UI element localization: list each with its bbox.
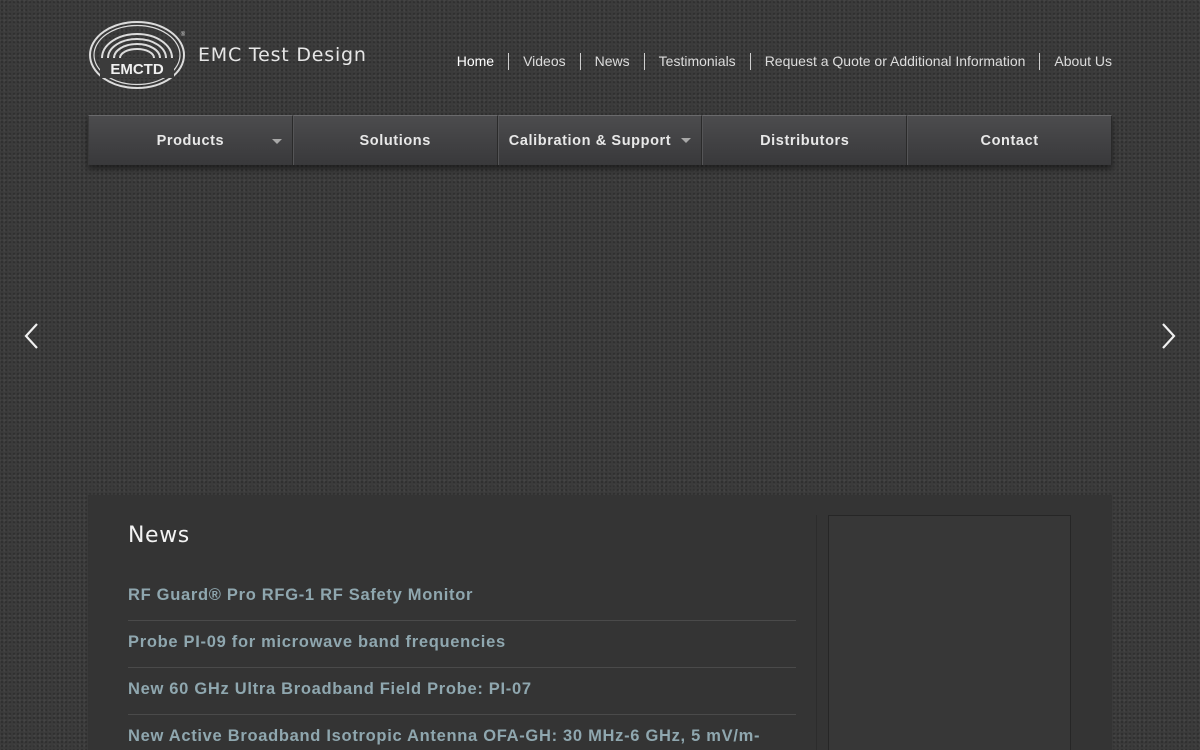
content-panel: News RF Guard® Pro RFG-1 RF Safety Monit… xyxy=(88,495,1112,750)
news-link[interactable]: New 60 GHz Ultra Broadband Field Probe: … xyxy=(128,680,532,698)
top-nav-news[interactable]: News xyxy=(579,53,644,70)
main-menu: Products Solutions Calibration & Support… xyxy=(88,115,1112,165)
logo-text: EMCTD xyxy=(110,61,163,78)
top-nav-request-quote[interactable]: Request a Quote or Additional Informatio… xyxy=(749,53,1040,70)
top-nav: Home Videos News Testimonials Request a … xyxy=(443,53,1112,70)
list-item: Probe PI-09 for microwave band frequenci… xyxy=(128,621,796,668)
menu-item-contact[interactable]: Contact xyxy=(907,115,1112,165)
news-link[interactable]: New Active Broadband Isotropic Antenna O… xyxy=(128,727,760,745)
news-link[interactable]: RF Guard® Pro RFG-1 RF Safety Monitor xyxy=(128,586,473,604)
news-heading: News xyxy=(128,523,190,548)
chevron-right-icon xyxy=(1162,323,1176,349)
caret-down-icon xyxy=(271,139,282,144)
menu-item-label: Contact xyxy=(980,132,1039,149)
slider-next-button[interactable] xyxy=(1156,320,1180,352)
sidebar-divider xyxy=(816,515,817,750)
list-item: New 60 GHz Ultra Broadband Field Probe: … xyxy=(128,668,796,715)
emctd-logo[interactable]: EMCTD ® xyxy=(88,20,186,90)
menu-item-label: Distributors xyxy=(760,132,850,149)
chevron-left-icon xyxy=(24,323,38,349)
list-item: RF Guard® Pro RFG-1 RF Safety Monitor xyxy=(128,574,796,621)
menu-item-label: Calibration & Support xyxy=(508,132,672,149)
top-nav-about-us[interactable]: About Us xyxy=(1039,53,1112,70)
caret-down-icon xyxy=(681,138,692,143)
list-item: New Active Broadband Isotropic Antenna O… xyxy=(128,715,796,750)
menu-item-solutions[interactable]: Solutions xyxy=(292,115,498,165)
menu-item-calibration-support[interactable]: Calibration & Support xyxy=(497,115,703,165)
menu-item-distributors[interactable]: Distributors xyxy=(702,115,908,165)
menu-item-label: Solutions xyxy=(359,132,431,149)
top-nav-testimonials[interactable]: Testimonials xyxy=(643,53,750,70)
slider-prev-button[interactable] xyxy=(20,320,44,352)
site-name[interactable]: EMC Test Design xyxy=(198,44,367,66)
news-section: News RF Guard® Pro RFG-1 RF Safety Monit… xyxy=(128,495,796,750)
svg-text:®: ® xyxy=(181,31,186,38)
top-nav-home[interactable]: Home xyxy=(443,53,508,70)
menu-item-label: Products xyxy=(156,132,225,149)
news-link[interactable]: Probe PI-09 for microwave band frequenci… xyxy=(128,633,506,651)
news-list: RF Guard® Pro RFG-1 RF Safety Monitor Pr… xyxy=(128,574,796,750)
sidebar-box xyxy=(828,515,1071,750)
top-nav-videos[interactable]: Videos xyxy=(508,53,580,70)
menu-item-products[interactable]: Products xyxy=(88,115,293,165)
